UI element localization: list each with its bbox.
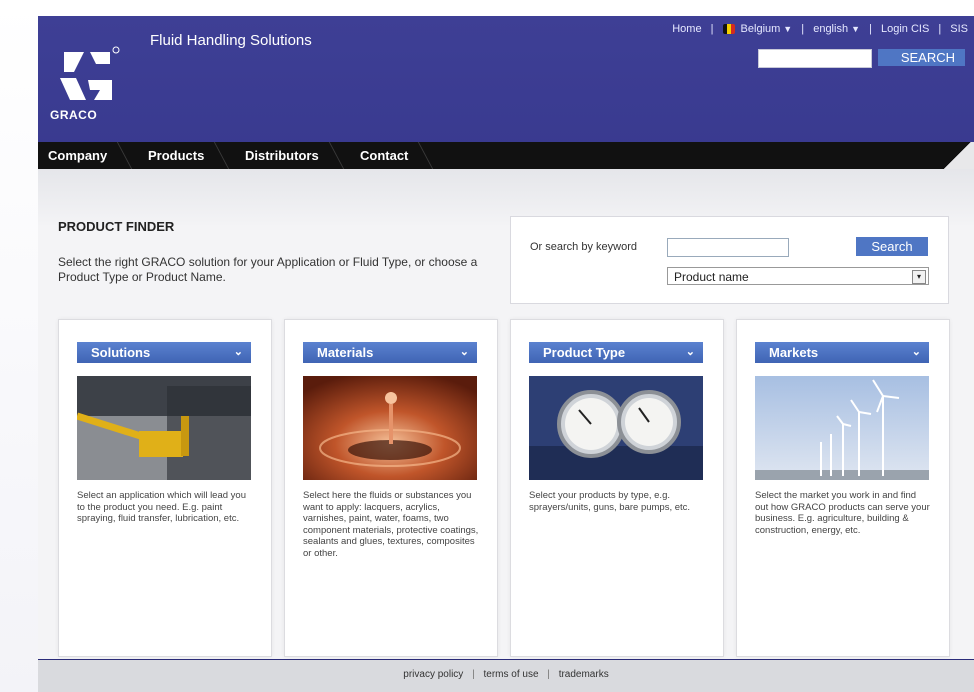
main-nav: Company Products Distributors Contact [38,142,974,169]
logo-wordmark: GRACO [50,108,98,122]
keyword-input[interactable] [667,238,789,257]
card-materials: Materials ⌄ Select here the fluids or su… [284,319,498,657]
terms-of-use-link[interactable]: terms of use [483,669,538,680]
login-link[interactable]: Login CIS [881,23,929,35]
keyword-search-button[interactable]: Search [856,237,928,256]
card-title: Markets [769,345,819,360]
product-type-image [529,376,703,480]
solutions-dropdown[interactable]: Solutions ⌄ [77,342,251,363]
nav-item-contact[interactable]: Contact [360,142,408,169]
sis-link[interactable]: SIS [950,23,968,35]
card-description: Select here the fluids or substances you… [303,490,479,559]
card-description: Select an application which will lead yo… [77,490,246,524]
separator: | [710,23,714,35]
separator: | [869,23,872,35]
materials-image [303,376,477,480]
chevron-down-icon: ⌄ [685,346,695,358]
chevron-down-icon: ⌄ [911,346,921,358]
home-link[interactable]: Home [672,23,701,35]
card-description: Select the market you work in and find o… [755,490,930,536]
site-frame: GRACO Fluid Handling Solutions Home | Be… [38,16,974,692]
select-value: Product name [674,270,749,284]
country-label: Belgium [740,23,781,35]
nav-item-distributors[interactable]: Distributors [245,142,319,169]
keyword-search-box [510,216,949,304]
keyword-label: Or search by keyword [530,241,637,253]
materials-dropdown[interactable]: Materials ⌄ [303,342,477,363]
markets-image [755,376,929,480]
page-title: PRODUCT FINDER [58,219,175,234]
footer: privacy policy | terms of use | trademar… [38,660,974,692]
nav-item-products[interactable]: Products [148,142,204,169]
country-selector[interactable]: Belgium ▼ [722,23,793,35]
card-title: Solutions [91,345,151,360]
header-search-button[interactable]: SEARCH [878,49,965,66]
product-type-dropdown[interactable]: Product Type ⌄ [529,342,703,363]
top-links: Home | Belgium ▼ | english ▼ | Login CIS |… [672,23,968,35]
language-label: english [813,23,849,35]
content-panel: PRODUCT FINDER Select the right GRACO so… [38,169,974,659]
select-arrow-icon: ▾ [912,270,926,284]
footer-links: privacy policy | terms of use | trademar… [38,669,974,680]
privacy-policy-link[interactable]: privacy policy [403,669,463,680]
card-title: Materials [317,345,374,360]
separator: | [472,669,475,680]
trademarks-link[interactable]: trademarks [559,669,609,680]
card-markets: Markets ⌄ Select the market you work in … [736,319,950,657]
product-name-select[interactable]: Product name ▾ [667,267,929,285]
belgium-flag-icon [722,24,735,35]
solutions-image [77,376,251,480]
nav-item-company[interactable]: Company [48,142,107,169]
card-product-type: Product Type ⌄ Select your products by t… [510,319,724,657]
chevron-down-icon: ⌄ [459,346,469,358]
separator: | [938,23,942,35]
separator: | [801,23,805,35]
separator: | [547,669,550,680]
language-selector[interactable]: english ▼ [813,23,860,35]
site-tagline: Fluid Handling Solutions [150,32,312,49]
dropdown-arrow-icon: ▼ [851,24,860,34]
chevron-down-icon: ⌄ [233,346,243,358]
finder-description: Select the right GRACO solution for your… [58,255,478,284]
dropdown-arrow-icon: ▼ [783,24,793,34]
card-description: Select your products by type, e.g. spray… [529,490,691,513]
card-title: Product Type [543,345,626,360]
header-search-input[interactable] [758,49,872,68]
card-solutions: Solutions ⌄ Select an application which … [58,319,272,657]
markets-dropdown[interactable]: Markets ⌄ [755,342,929,363]
nav-corner-fold [938,142,974,172]
